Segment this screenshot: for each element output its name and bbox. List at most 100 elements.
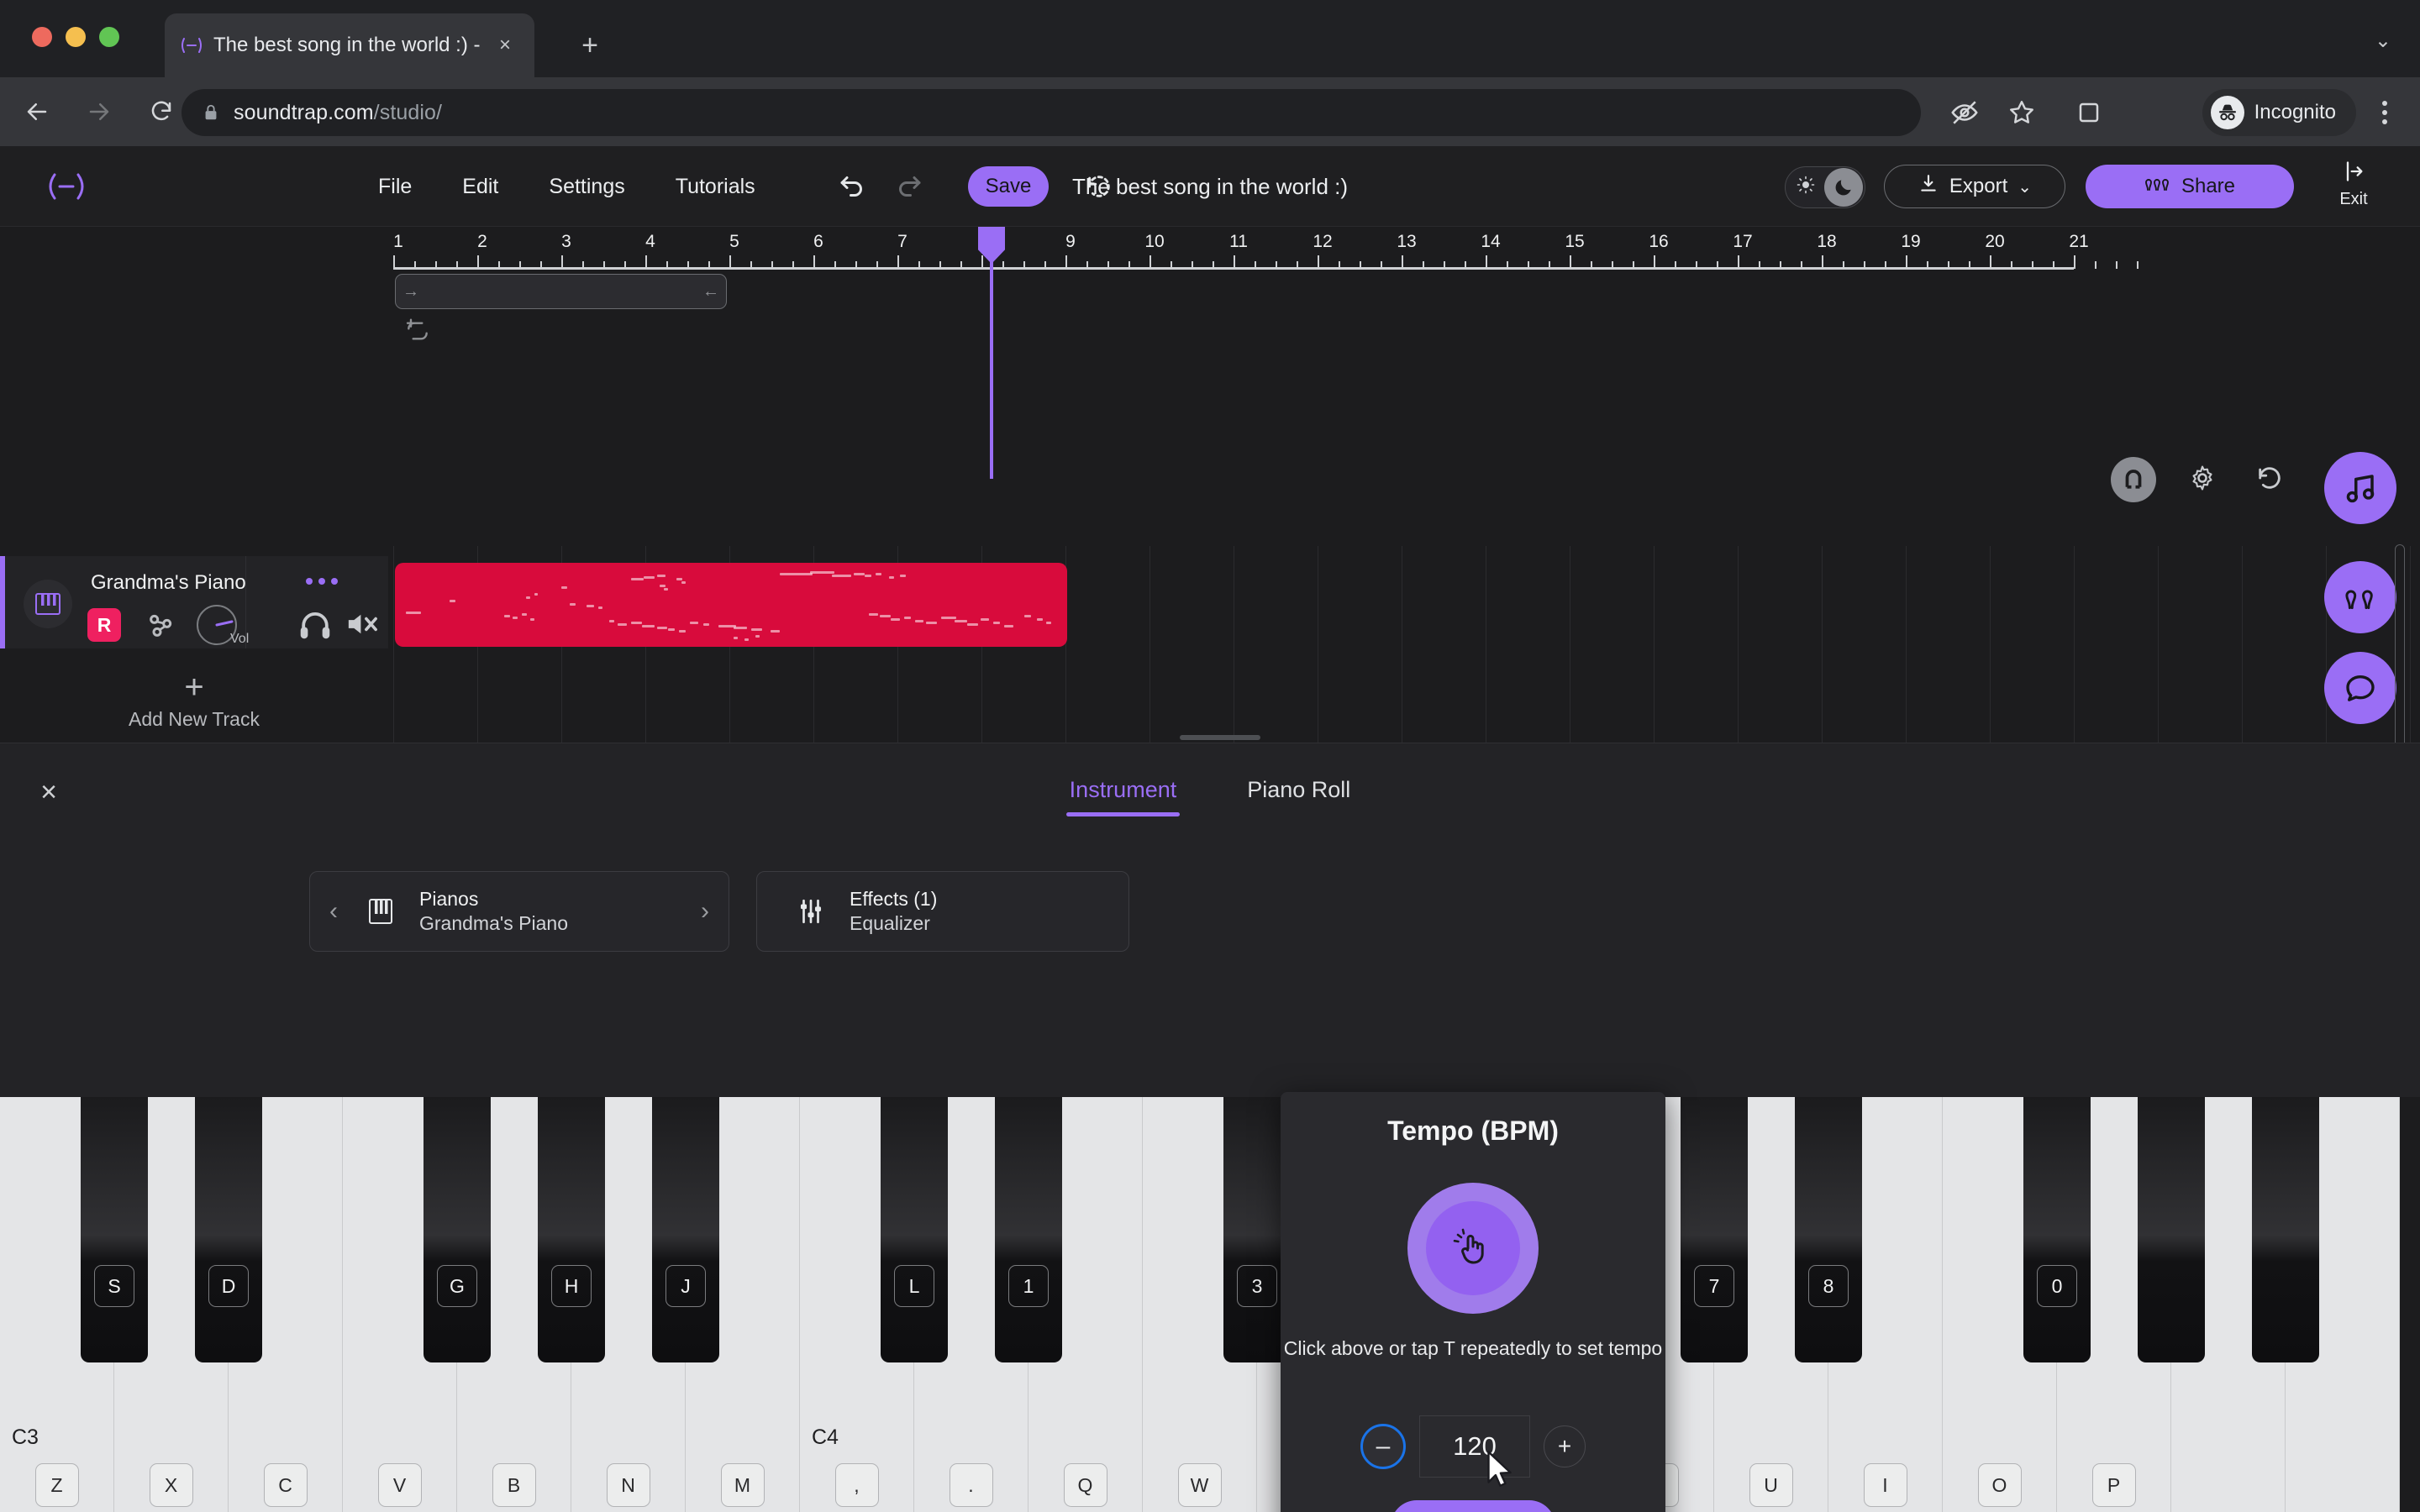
add-new-track-button[interactable]: + Add New Track	[0, 655, 388, 748]
midi-note	[679, 630, 686, 633]
chevron-left-icon[interactable]: ‹	[310, 897, 357, 926]
star-icon[interactable]	[2003, 94, 2040, 131]
close-window-button[interactable]	[32, 27, 52, 47]
ruler-bar-number: 9	[1065, 232, 1076, 251]
timeline-refresh-icon[interactable]	[2255, 464, 2289, 497]
piano-black-key[interactable]: G	[424, 1097, 491, 1362]
instrument-selector[interactable]: ‹ Pianos Grandma's Piano ›	[309, 871, 729, 952]
piano-black-key[interactable]: 7	[1681, 1097, 1748, 1362]
track-header[interactable]: Grandma's Piano R Vol	[0, 556, 388, 648]
reload-button[interactable]	[136, 87, 187, 137]
timeline-ruler[interactable]: 123456789101112131415161718192021	[393, 227, 2420, 269]
kebab-menu-icon[interactable]	[2368, 92, 2402, 133]
midi-note	[659, 585, 666, 587]
eye-off-icon[interactable]	[1946, 94, 1983, 131]
effects-selector[interactable]: Effects (1) Equalizer	[756, 871, 1129, 952]
headphone-solo-icon[interactable]	[297, 608, 333, 642]
menu-tutorials[interactable]: Tutorials	[650, 146, 781, 227]
record-arm-button[interactable]: R	[87, 608, 121, 642]
midi-note	[1045, 622, 1052, 624]
magnet-icon[interactable]	[2111, 457, 2156, 502]
loop-start-handle[interactable]: →	[402, 282, 419, 302]
ruler-tick	[2137, 261, 2139, 269]
piano-black-key[interactable]: 8	[1795, 1097, 1862, 1362]
timeline-settings-gear-icon[interactable]	[2188, 464, 2222, 497]
piano-black-key[interactable]: H	[538, 1097, 605, 1362]
add-sound-button[interactable]	[2324, 452, 2396, 524]
tempo-decrement-button[interactable]: –	[1360, 1424, 1406, 1469]
screen-root: The best song in the world :) - × + ⌄ so…	[0, 0, 2420, 1512]
midi-note	[1037, 618, 1043, 621]
tap-tempo-button[interactable]	[1407, 1183, 1539, 1314]
minimize-window-button[interactable]	[66, 27, 86, 47]
chevron-down-icon[interactable]: ⌄	[2375, 29, 2391, 53]
menu-settings[interactable]: Settings	[523, 146, 650, 227]
track-name: Grandma's Piano	[91, 571, 246, 594]
soundtrap-logo[interactable]	[40, 168, 92, 205]
ruler-bar-number: 10	[1144, 232, 1165, 251]
more-dots-icon[interactable]	[306, 578, 338, 585]
chat-button[interactable]	[2324, 652, 2396, 724]
midi-note	[630, 622, 642, 624]
piano-key-shortcut: .	[949, 1463, 993, 1507]
piano-black-key[interactable]: S	[81, 1097, 148, 1362]
share-button[interactable]: Share	[2086, 165, 2294, 208]
midi-note	[586, 605, 594, 607]
maximize-window-button[interactable]	[99, 27, 119, 47]
redo-icon[interactable]	[889, 166, 929, 207]
menu-edit[interactable]: Edit	[437, 146, 523, 227]
loop-end-handle[interactable]: ←	[702, 282, 719, 302]
automation-icon[interactable]	[145, 608, 178, 642]
tab-piano-roll[interactable]: Piano Roll	[1244, 770, 1354, 816]
tempo-increment-button[interactable]: +	[1544, 1425, 1586, 1467]
piano-black-key[interactable]: L	[881, 1097, 948, 1362]
piano-black-key[interactable]	[2138, 1097, 2205, 1362]
confirm-button[interactable]: Confirm	[1391, 1500, 1555, 1512]
piano-black-key[interactable]: 0	[2023, 1097, 2091, 1362]
theme-toggle[interactable]	[1785, 166, 1865, 208]
browser-tab[interactable]: The best song in the world :) - ×	[165, 13, 534, 77]
sun-icon	[1786, 175, 1826, 200]
piano-black-key[interactable]	[2252, 1097, 2319, 1362]
close-icon[interactable]: ×	[491, 31, 519, 60]
history-icon[interactable]	[1079, 166, 1119, 207]
midi-note	[899, 575, 907, 577]
undo-icon[interactable]	[832, 166, 872, 207]
profile-chip[interactable]: Incognito	[2202, 89, 2356, 136]
chevron-right-icon[interactable]: ›	[681, 897, 729, 926]
forward-button[interactable]	[74, 87, 124, 137]
ruler-bar-number: 15	[1565, 232, 1585, 251]
export-button[interactable]: Export ⌄	[1884, 165, 2065, 208]
lock-icon	[202, 103, 220, 122]
midi-note	[914, 620, 924, 622]
piano-key-shortcut: I	[1863, 1463, 1907, 1507]
timeline-vertical-scrollbar[interactable]	[2395, 544, 2405, 771]
ruler-bar-number: 14	[1481, 232, 1501, 251]
back-button[interactable]	[12, 87, 62, 137]
tab-instrument[interactable]: Instrument	[1065, 770, 1181, 816]
piano-black-key[interactable]: 1	[995, 1097, 1062, 1362]
menu-file[interactable]: File	[353, 146, 437, 227]
effects-selector-text: Effects (1) Equalizer	[834, 887, 1128, 936]
mute-speaker-icon[interactable]	[345, 608, 380, 642]
exit-button[interactable]: Exit	[2307, 160, 2400, 215]
piano-black-key[interactable]: J	[652, 1097, 719, 1362]
effects-subtitle: Equalizer	[850, 912, 930, 934]
piano-keys-icon	[24, 580, 72, 628]
piano-black-key[interactable]: D	[195, 1097, 262, 1362]
address-bar[interactable]: soundtrap.com/studio/	[182, 89, 1921, 136]
loop-region[interactable]: → ←	[395, 274, 727, 309]
ruler-bar-number: 6	[813, 232, 823, 251]
midi-note	[876, 573, 881, 575]
studio-header: File Edit Settings Tutorials Save The be…	[0, 146, 2420, 227]
midi-clip[interactable]	[395, 563, 1067, 647]
save-button[interactable]: Save	[968, 166, 1049, 207]
midi-note	[406, 612, 422, 614]
midi-note	[903, 617, 911, 619]
piano-key-shortcut: O	[1977, 1463, 2022, 1507]
loop-add-icon[interactable]	[403, 318, 432, 350]
side-panel-icon[interactable]	[2070, 94, 2107, 131]
new-tab-button[interactable]: +	[571, 27, 608, 64]
panel-resize-handle[interactable]	[1180, 735, 1260, 740]
playhead	[990, 227, 993, 479]
